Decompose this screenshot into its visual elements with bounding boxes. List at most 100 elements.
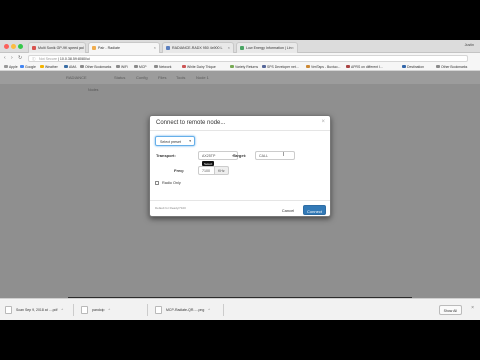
transport-select[interactable]: AX25TP ▾: [198, 151, 238, 160]
downloads-bar: Scan Sep 9, 2018 at ....pdf ^ pandoip ^ MC…: [0, 298, 480, 320]
download-item[interactable]: pandoip ^: [78, 304, 148, 316]
preset-select[interactable]: Select preset ▾: [155, 136, 195, 146]
reload-icon[interactable]: ↻: [18, 55, 22, 61]
tab-title: Pair - Radiate: [98, 46, 120, 50]
info-icon[interactable]: ⓘ: [32, 57, 36, 62]
download-name: MCP-Radiate-QR-....png: [166, 308, 205, 312]
transport-label: Transport:: [156, 153, 176, 158]
browser-tab-bar: Multi Sonik GP-9K speed pol × Pair - Rad…: [0, 40, 480, 53]
radio-only-checkbox[interactable]: [155, 181, 159, 185]
chevron-up-icon[interactable]: ^: [108, 308, 110, 312]
bookmark-icon: [346, 64, 350, 68]
bookmark-item[interactable]: VeriTaps - Buxtuo...: [306, 64, 340, 69]
screen: Multi Sonik GP-9K speed pol × Pair - Rad…: [0, 40, 480, 320]
bookmark-item[interactable]: Other Bookmarks: [80, 64, 111, 69]
back-icon[interactable]: ‹: [4, 55, 6, 61]
download-item[interactable]: MCP-Radiate-QR-....png ^: [152, 304, 224, 316]
browser-tab[interactable]: Low Energy Information | Lin ×: [236, 42, 298, 53]
folder-icon: [436, 64, 440, 68]
freq-input[interactable]: 7100: [198, 166, 215, 175]
dialog-title: Connect to remote node...: [156, 120, 226, 126]
freq-unit: KHz: [218, 169, 225, 173]
bookmark-icon: [306, 64, 310, 68]
tab-favicon-icon: [240, 46, 244, 50]
weather-icon: [40, 64, 44, 68]
text-cursor-icon: I: [283, 152, 285, 158]
bookmark-icon: [64, 64, 68, 68]
bookmark-item[interactable]: WiFi: [116, 64, 128, 69]
apps-icon: [4, 64, 8, 68]
bookmark-icon: [182, 64, 186, 68]
nav-item-node[interactable]: Node 1: [196, 75, 209, 80]
browser-tab[interactable]: RADIANCE-RADX 950 4x900 L ×: [162, 42, 234, 53]
bookmark-icon: [230, 64, 234, 68]
bookmark-icon: [262, 64, 266, 68]
connect-button[interactable]: Connect: [303, 205, 326, 215]
tab-close-icon[interactable]: ×: [228, 45, 230, 50]
url-input[interactable]: ⓘ Not Secure | 10.0.38.59:8080/ui: [28, 54, 468, 62]
google-icon: [20, 64, 24, 68]
section-label: Nodes: [88, 88, 99, 92]
bookmark-item[interactable]: Variety Returns: [230, 64, 258, 69]
close-icon[interactable]: ×: [321, 119, 325, 125]
tab-close-icon[interactable]: ×: [292, 45, 294, 50]
folder-icon: [134, 64, 138, 68]
download-item[interactable]: Scan Sep 9, 2018 at ....pdf ^: [2, 304, 74, 316]
freq-label: Freq:: [174, 168, 184, 173]
bookmark-item[interactable]: AMA: [64, 64, 76, 69]
address-bar-row: ‹ › ↻ ⓘ Not Secure | 10.0.38.59:8080/ui: [0, 53, 480, 63]
tab-favicon-icon: [166, 46, 170, 50]
url-text: 10.0.38.59:8080/ui: [59, 56, 90, 61]
bookmark-item[interactable]: Network: [154, 64, 171, 69]
file-icon: [5, 306, 12, 314]
folder-icon: [154, 64, 158, 68]
browser-tab[interactable]: Multi Sonik GP-9K speed pol ×: [28, 42, 86, 53]
bookmark-item[interactable]: MCP: [134, 64, 147, 69]
nav-item-files[interactable]: Files: [158, 75, 166, 80]
download-name: Scan Sep 9, 2018 at ....pdf: [16, 308, 58, 312]
nav-item-config[interactable]: Config: [136, 75, 148, 80]
app-brand[interactable]: RADIANCE: [66, 75, 87, 80]
bookmark-item[interactable]: Weather: [40, 64, 58, 69]
file-icon: [155, 306, 162, 314]
tab-favicon-icon: [32, 46, 36, 50]
bookmark-item[interactable]: White Dairy Thique: [182, 64, 216, 69]
security-label: Not Secure: [39, 56, 57, 61]
chevron-up-icon[interactable]: ^: [208, 308, 210, 312]
bookmark-item[interactable]: Google: [20, 64, 36, 69]
close-icon[interactable]: ×: [471, 305, 474, 311]
show-all-button[interactable]: Show All: [438, 305, 462, 315]
bookmark-item[interactable]: Apple: [4, 64, 18, 69]
footer-info: Default for Ready/7100: [155, 206, 186, 210]
preset-value: Select preset: [160, 139, 181, 144]
target-value: CALL: [259, 154, 268, 158]
browser-tab-active[interactable]: Pair - Radiate ×: [88, 42, 160, 53]
bookmark-item[interactable]: SPS Developer net...: [262, 64, 299, 69]
folder-icon: [80, 64, 84, 68]
nav-item-tools[interactable]: Tools: [176, 75, 185, 80]
radio-only-label: Radio Only: [162, 181, 181, 185]
connect-dialog: Connect to remote node... × Select prese…: [149, 115, 331, 217]
target-input[interactable]: CALL: [255, 151, 295, 160]
profile-name[interactable]: Justin: [465, 43, 474, 47]
close-window-icon[interactable]: [4, 44, 9, 49]
forward-icon[interactable]: ›: [11, 55, 13, 61]
chevron-up-icon[interactable]: ^: [61, 308, 63, 312]
page-content: RADIANCE Status Config Files Tools Node …: [0, 71, 480, 320]
tab-close-icon[interactable]: ×: [154, 45, 156, 50]
divider: [150, 130, 330, 131]
bookmarks-bar: Apple Google Weather AMA Other Bookmarks…: [0, 63, 480, 71]
maximize-window-icon[interactable]: [18, 44, 23, 49]
freq-unit-addon: KHz: [215, 166, 229, 175]
nav-item-status[interactable]: Status: [114, 75, 125, 80]
freq-value: 7100: [202, 169, 210, 173]
cancel-button[interactable]: Cancel: [277, 205, 299, 215]
tab-close-icon[interactable]: ×: [80, 45, 82, 50]
bookmark-icon: [402, 64, 406, 68]
file-icon: [81, 306, 88, 314]
bookmark-item[interactable]: Other Bookmarks: [436, 64, 467, 69]
minimize-window-icon[interactable]: [11, 44, 16, 49]
bookmark-item[interactable]: Destination: [402, 64, 424, 69]
footer-divider: [150, 200, 330, 201]
bookmark-item[interactable]: APRS on different I...: [346, 64, 383, 69]
